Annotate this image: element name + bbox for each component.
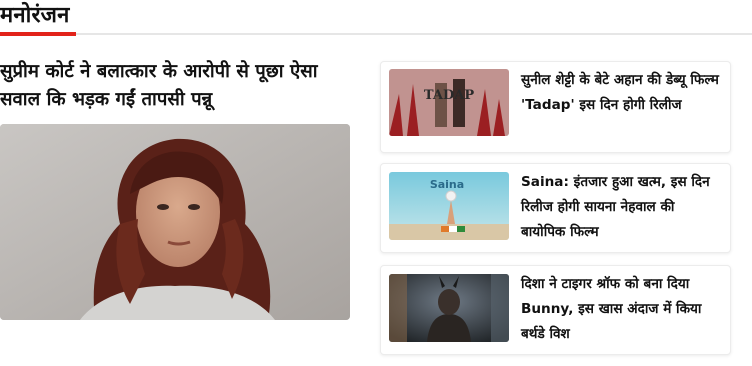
card-thumbnail[interactable]: Saina <box>389 172 509 240</box>
section-title[interactable]: मनोरंजन <box>0 0 70 29</box>
lead-story[interactable]: सुप्रीम कोर्ट ने बलात्कार के आरोपी से पू… <box>0 58 350 320</box>
poster-title-text: TADAP <box>424 88 474 103</box>
news-card[interactable]: TADAP सुनील शेट्टी के बेटे अहान की डेब्य… <box>380 61 731 153</box>
card-headline[interactable]: दिशा ने टाइगर श्रॉफ को बना दिया Bunny, इ… <box>521 272 721 347</box>
card-headline[interactable]: सुनील शेट्टी के बेटे अहान की डेब्यू फिल्… <box>521 68 721 118</box>
news-card[interactable]: Saina Saina: इंतजार हुआ खत्म, इस दिन रिल… <box>380 163 731 253</box>
news-card[interactable]: दिशा ने टाइगर श्रॉफ को बना दिया Bunny, इ… <box>380 265 731 355</box>
movie-poster-photo-icon: TADAP <box>389 69 509 136</box>
lead-image[interactable] <box>0 124 350 320</box>
section-accent-bar <box>0 32 76 36</box>
portrait-photo-icon <box>389 274 509 342</box>
lead-headline[interactable]: सुप्रीम कोर्ट ने बलात्कार के आरोपी से पू… <box>0 58 350 114</box>
card-headline[interactable]: Saina: इंतजार हुआ खत्म, इस दिन रिलीज होग… <box>521 170 721 245</box>
section-divider <box>0 33 752 35</box>
movie-poster-photo-icon: Saina <box>389 172 509 240</box>
portrait-photo-icon <box>0 124 350 320</box>
section-header: मनोरंजन <box>0 0 752 36</box>
card-thumbnail[interactable] <box>389 274 509 342</box>
poster-title-text: Saina <box>430 178 464 191</box>
card-thumbnail[interactable]: TADAP <box>389 69 509 136</box>
